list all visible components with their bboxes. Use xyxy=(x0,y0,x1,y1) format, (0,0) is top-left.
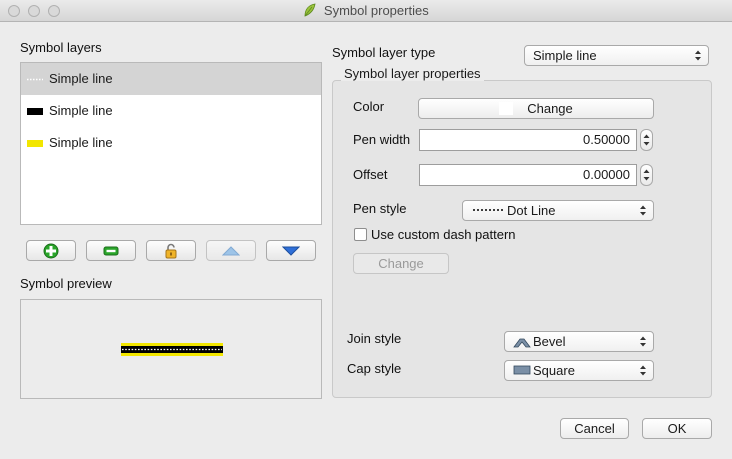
lock-layer-button[interactable] xyxy=(146,240,196,261)
list-item[interactable]: Simple line xyxy=(21,127,321,159)
layer-type-value: Simple line xyxy=(533,48,597,63)
cancel-button[interactable]: Cancel xyxy=(560,418,629,439)
yellow-line-swatch-icon xyxy=(27,140,43,147)
list-item[interactable]: Simple line xyxy=(21,63,321,95)
dash-pattern-change-button[interactable]: Change xyxy=(353,253,449,274)
move-down-icon xyxy=(282,246,300,256)
move-up-icon xyxy=(222,245,240,255)
join-style-combo[interactable]: Bevel xyxy=(504,331,654,352)
color-change-label: Change xyxy=(527,101,573,116)
offset-label: Offset xyxy=(353,167,388,182)
black-line-swatch-icon xyxy=(27,108,43,115)
layer-type-label: Symbol layer type xyxy=(332,45,436,60)
layer-label: Simple line xyxy=(49,71,113,86)
join-style-value: Bevel xyxy=(533,334,566,349)
color-label: Color xyxy=(353,99,385,114)
updown-arrows-icon xyxy=(640,205,646,216)
add-layer-button[interactable] xyxy=(26,240,76,261)
updown-arrows-icon xyxy=(640,336,646,347)
title-bar: Symbol properties xyxy=(0,0,732,22)
layer-properties-heading: Symbol layer properties xyxy=(341,66,484,81)
stepper-arrows-icon xyxy=(643,134,650,146)
dot-line-icon xyxy=(473,209,503,211)
updown-arrows-icon xyxy=(695,50,701,61)
pen-style-label: Pen style xyxy=(353,201,407,216)
join-style-label: Join style xyxy=(347,331,402,346)
layer-label: Simple line xyxy=(49,135,113,150)
pen-style-value: Dot Line xyxy=(507,203,556,218)
cap-style-label: Cap style xyxy=(347,361,402,376)
color-swatch-icon xyxy=(499,102,514,115)
dash-change-label: Change xyxy=(378,256,424,271)
cancel-label: Cancel xyxy=(574,421,615,436)
cap-style-combo[interactable]: Square xyxy=(504,360,654,381)
ok-label: OK xyxy=(667,421,687,436)
layer-label: Simple line xyxy=(49,103,113,118)
layer-type-combo[interactable]: Simple line xyxy=(524,45,709,66)
pen-width-label: Pen width xyxy=(353,132,411,147)
add-layer-icon xyxy=(43,243,59,258)
window-title: Symbol properties xyxy=(323,3,429,18)
cap-style-value: Square xyxy=(533,363,575,378)
symbol-preview xyxy=(20,299,322,399)
pen-style-combo[interactable]: Dot Line xyxy=(462,200,654,221)
symbol-layers-list[interactable]: Simple line Simple line Simple line xyxy=(20,62,322,225)
line-symbol-preview-image xyxy=(121,343,223,356)
remove-layer-icon xyxy=(103,246,119,255)
updown-arrows-icon xyxy=(640,365,646,376)
square-cap-icon xyxy=(513,365,531,375)
dotted-line-swatch-icon xyxy=(27,78,43,81)
custom-dash-label: Use custom dash pattern xyxy=(371,227,516,242)
remove-layer-button[interactable] xyxy=(86,240,136,261)
ok-button[interactable]: OK xyxy=(642,418,712,439)
bevel-join-icon xyxy=(513,338,531,348)
pen-width-stepper[interactable] xyxy=(640,129,653,151)
custom-dash-checkbox[interactable] xyxy=(354,228,367,241)
move-up-button[interactable] xyxy=(206,240,256,261)
move-down-button[interactable] xyxy=(266,240,316,261)
qgis-leaf-icon xyxy=(304,3,316,17)
list-item[interactable]: Simple line xyxy=(21,95,321,127)
offset-stepper[interactable] xyxy=(640,164,653,186)
offset-field[interactable]: 0.00000 xyxy=(419,164,637,186)
pen-width-field[interactable]: 0.50000 xyxy=(419,129,637,151)
stepper-arrows-icon xyxy=(643,169,650,181)
symbol-layers-heading: Symbol layers xyxy=(20,40,102,55)
color-change-button[interactable]: Change xyxy=(418,98,654,119)
symbol-preview-heading: Symbol preview xyxy=(20,276,112,291)
lock-icon xyxy=(165,243,177,258)
